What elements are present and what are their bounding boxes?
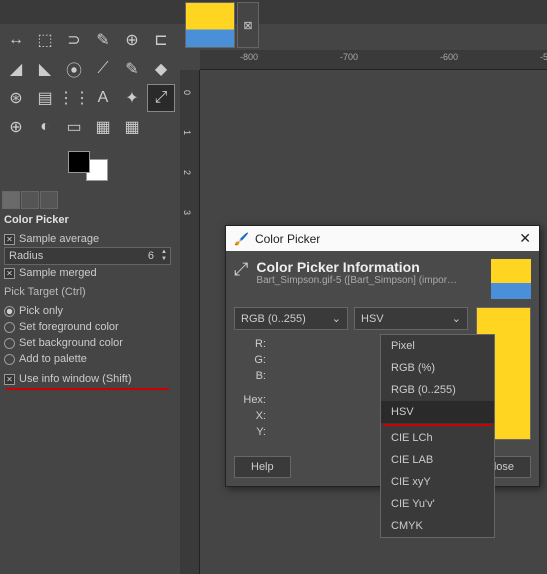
close-icon: ⊠ [243, 19, 252, 32]
eyedropper-icon: 🖌️ [234, 232, 249, 246]
tab-devices[interactable] [21, 191, 39, 209]
tool-perspective[interactable]: ✎ [118, 55, 146, 83]
tool-move[interactable]: ↔ [2, 26, 30, 54]
radio-pick-only[interactable] [4, 306, 15, 317]
tool-zoom[interactable]: ⊕ [2, 113, 30, 141]
color-model-dropdown: Pixel RGB (%) RGB (0..255) HSV CIE LCh C… [380, 334, 495, 538]
radius-label: Radius [5, 250, 144, 262]
radius-spinner[interactable]: Radius 6 ▲▼ [4, 247, 171, 265]
color-model-select-left[interactable]: RGB (0..255) ⌄ [234, 307, 348, 330]
pick-target-label: Pick Target (Ctrl) [0, 283, 175, 301]
tool-cage[interactable]: ▦ [118, 113, 146, 141]
ruler-tick: 3 [182, 210, 192, 215]
tool-rotate[interactable]: ◢ [2, 55, 30, 83]
sample-merged-checkbox[interactable] [4, 268, 15, 279]
radius-value: 6 [144, 250, 158, 262]
dialog-header-subtitle: Bart_Simpson.gif-5 ([Bart_Simpson] (impo… [256, 275, 483, 286]
dropdown-item-cielch[interactable]: CIE LCh [381, 427, 494, 449]
tool-pencil[interactable]: ⋮⋮ [60, 84, 88, 112]
ruler-tick: -600 [440, 52, 458, 62]
label-pick-only: Pick only [19, 305, 63, 317]
tool-gradient[interactable]: ▤ [31, 84, 59, 112]
panel-title: Color Picker [0, 211, 175, 229]
radio-set-bg[interactable] [4, 338, 15, 349]
dropdown-item-cielab[interactable]: CIE LAB [381, 449, 494, 471]
color-model-select-right[interactable]: HSV ⌄ [354, 307, 468, 330]
label-add-palette: Add to palette [19, 353, 87, 365]
label-set-bg: Set background color [19, 337, 123, 349]
dropdown-item-cieyuv[interactable]: CIE Yu'v' [381, 493, 494, 515]
tool-scissor[interactable]: ⊕ [118, 26, 146, 54]
dropdown-item-rgb-pct[interactable]: RGB (%) [381, 357, 494, 379]
ruler-tick: 2 [182, 170, 192, 175]
ruler-horizontal: -800 -700 -600 -500 [200, 50, 547, 70]
tool-scale[interactable]: ◣ [31, 55, 59, 83]
tool-measure[interactable]: ◐ [31, 113, 59, 141]
dialog-header-title: Color Picker Information [256, 259, 483, 275]
ruler-tick: -500 [540, 52, 547, 62]
ruler-tick: -700 [340, 52, 358, 62]
b-label: B: [234, 370, 274, 382]
tab-tool-options[interactable] [2, 191, 20, 209]
radio-add-palette[interactable] [4, 354, 15, 365]
tool-paths[interactable]: ▦ [89, 113, 117, 141]
dialog-close-button[interactable]: ✕ [519, 230, 531, 247]
tool-flip[interactable]: ⟋ [89, 55, 117, 83]
dropdown-item-ciexyy[interactable]: CIE xyY [381, 471, 494, 493]
eyedropper-icon: ⤢ [234, 259, 248, 280]
tool-shear[interactable]: ⦿ [60, 55, 88, 83]
color-swatches[interactable] [68, 151, 108, 181]
dropdown-item-rgb-255[interactable]: RGB (0..255) [381, 379, 494, 401]
r-label: R: [234, 338, 274, 350]
tool-unified[interactable]: ◆ [147, 55, 175, 83]
tool-crop[interactable]: ⊏ [147, 26, 175, 54]
chevron-down-icon: ⌄ [452, 312, 461, 325]
annotation-underline [6, 388, 169, 390]
g-label: G: [234, 354, 274, 366]
dropdown-item-hsv[interactable]: HSV [381, 401, 494, 423]
tool-text[interactable]: A [89, 84, 117, 112]
fg-color-swatch[interactable] [68, 151, 90, 173]
tool-heal[interactable]: ✦ [118, 84, 146, 112]
annotation-underline [383, 424, 492, 426]
chevron-down-icon: ⌄ [332, 312, 341, 325]
ruler-tick: 1 [182, 130, 192, 135]
y-label: Y: [234, 426, 274, 438]
color-picker-dialog: 🖌️ Color Picker ✕ ⤢ Color Picker Informa… [225, 225, 540, 487]
use-info-label: Use info window (Shift) [19, 373, 132, 385]
ruler-tick: 0 [182, 90, 192, 95]
use-info-checkbox[interactable] [4, 374, 15, 385]
dropdown-item-pixel[interactable]: Pixel [381, 335, 494, 357]
spin-down-icon[interactable]: ▼ [158, 256, 170, 263]
radio-set-fg[interactable] [4, 322, 15, 333]
sample-average-label: Sample average [19, 233, 99, 245]
select-value: RGB (0..255) [241, 313, 306, 325]
document-thumbnail-close[interactable]: ⊠ [237, 2, 259, 48]
ruler-tick: -800 [240, 52, 258, 62]
tool-rect-select[interactable]: ⬚ [31, 26, 59, 54]
ruler-vertical: 0 1 2 3 [180, 70, 200, 574]
hex-label: Hex: [234, 394, 274, 406]
spin-up-icon[interactable]: ▲ [158, 249, 170, 256]
sample-merged-label: Sample merged [19, 267, 97, 279]
select-value: HSV [361, 313, 384, 325]
dropdown-item-cmyk[interactable]: CMYK [381, 515, 494, 537]
tool-bucket[interactable]: ⊛ [2, 84, 30, 112]
x-label: X: [234, 410, 274, 422]
help-button[interactable]: Help [234, 456, 291, 478]
sample-average-checkbox[interactable] [4, 234, 15, 245]
dialog-title: Color Picker [255, 232, 320, 246]
tool-fuzzy-select[interactable]: ✎ [89, 26, 117, 54]
tool-align[interactable]: ▭ [60, 113, 88, 141]
tab-images[interactable] [40, 191, 58, 209]
document-thumbnail[interactable] [185, 2, 235, 48]
label-set-fg: Set foreground color [19, 321, 119, 333]
dialog-thumbnail [491, 259, 531, 299]
tool-free-select[interactable]: ⊃ [60, 26, 88, 54]
tool-color-picker[interactable]: ⤢ [147, 84, 175, 112]
dialog-titlebar[interactable]: 🖌️ Color Picker ✕ [226, 226, 539, 251]
toolbox: ↔ ⬚ ⊃ ✎ ⊕ ⊏ ◢ ◣ ⦿ ⟋ ✎ ◆ ⊛ ▤ ⋮⋮ A ✦ ⤢ ⊕ ◐… [0, 24, 175, 393]
